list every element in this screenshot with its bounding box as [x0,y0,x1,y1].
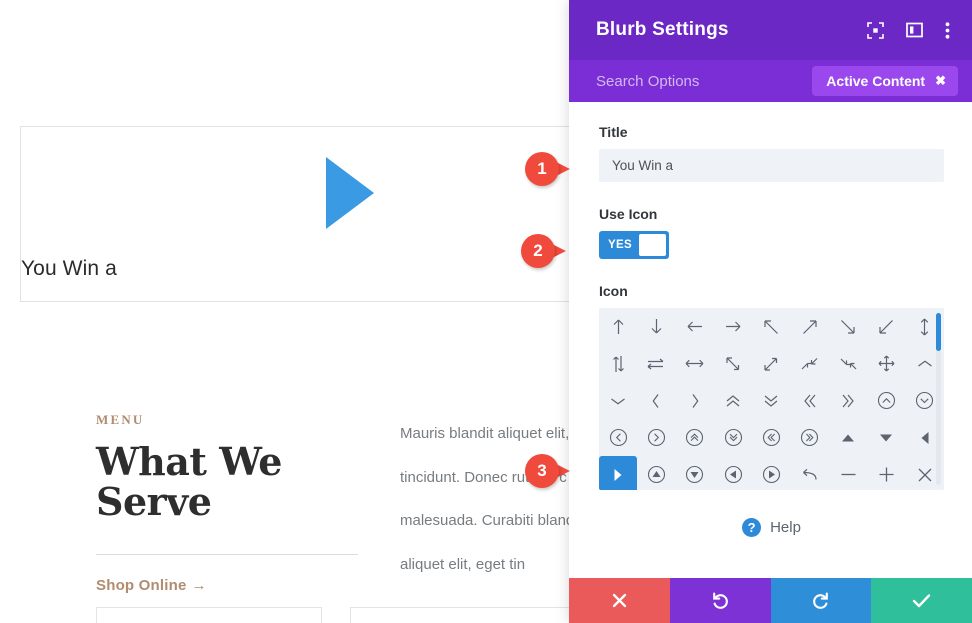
icon-arrow-exchange[interactable] [637,345,675,382]
icon-circle-double-left[interactable] [752,419,790,456]
title-input[interactable] [599,149,944,182]
icon-chevron-left[interactable] [637,382,675,419]
icon-chevron-right[interactable] [676,382,714,419]
icon-circle-chevron-left[interactable] [599,419,637,456]
icon-arrow-left[interactable] [676,308,714,345]
icon-triangle-up-filled[interactable] [829,419,867,456]
redo-button[interactable] [770,578,872,623]
icon-chevron-down-thin[interactable] [599,382,637,419]
icon-arrow-down-right[interactable] [829,308,867,345]
icon-undo-arrow[interactable] [791,456,829,490]
icon-chevron-double-down[interactable] [752,382,790,419]
icon-arrow-expand-up-right[interactable] [752,345,790,382]
icon-circle-triangle-right[interactable] [752,456,790,490]
icon-grid-scrollbar[interactable] [936,313,941,485]
icon-arrow-up-right[interactable] [791,308,829,345]
icon-arrow-up-left[interactable] [752,308,790,345]
icon-chevron-double-up[interactable] [714,382,752,419]
active-content-label: Active Content [826,73,926,89]
icon-circle-triangle-down[interactable] [676,456,714,490]
callout-number: 2 [533,241,543,260]
icon-arrows-move[interactable] [867,345,905,382]
close-button[interactable] [569,578,670,623]
icon-arrow-down-left[interactable] [867,308,905,345]
panel-header-icons [867,21,950,39]
screenshot-root: You Win a MENU What We Serve Shop Online… [0,0,972,623]
shop-online-link[interactable]: Shop Online → [96,577,358,594]
blurb-preview-title: You Win a [21,257,117,280]
callout-badge-3: 3 [525,452,581,490]
icon-circle-double-right[interactable] [791,419,829,456]
icon-arrow-up-down-split[interactable] [599,345,637,382]
icon-arrow-expand-down-right[interactable] [714,345,752,382]
focus-view-icon[interactable] [867,21,884,39]
icon-arrow-left-right[interactable] [676,345,714,382]
arrow-right-icon: → [191,576,207,594]
card-row [96,607,576,623]
card-outline[interactable] [96,607,322,623]
undo-button[interactable] [669,578,771,623]
menu-kicker: MENU [96,412,145,427]
menu-heading: What We Serve [96,439,282,524]
play-triangle-icon [326,157,374,229]
icon-picker [599,308,944,490]
more-options-icon[interactable] [945,21,950,39]
menu-divider [96,553,358,555]
shop-online-label: Shop Online [96,576,187,594]
card-outline[interactable] [350,607,576,623]
icon-plus[interactable] [867,456,905,490]
panel-title: Blurb Settings [596,19,729,40]
icon-circle-triangle-up[interactable] [637,456,675,490]
callout-number: 3 [537,461,547,480]
help-link[interactable]: ? Help [599,518,944,537]
icon-grid-scrollbar-thumb[interactable] [936,313,941,351]
help-label: Help [770,519,801,536]
toggle-knob [638,234,666,256]
icon-circle-double-down[interactable] [714,419,752,456]
icon-minus[interactable] [829,456,867,490]
blurb-settings-panel: Blurb Settings Search Options Active Con… [569,0,972,623]
icon-field-label: Icon [599,283,628,299]
icon-circle-chevron-right[interactable] [637,419,675,456]
icon-circle-chevron-up[interactable] [867,382,905,419]
icon-chevron-double-left[interactable] [791,382,829,419]
active-content-chip[interactable]: Active Content ✖ [812,66,958,96]
icon-grid [599,308,944,490]
use-icon-toggle[interactable]: YES [599,231,669,259]
icon-triangle-down-filled[interactable] [867,419,905,456]
icon-arrow-right[interactable] [714,308,752,345]
title-field-label: Title [599,124,628,140]
close-icon[interactable]: ✖ [935,73,946,89]
icon-arrow-contract-up-left[interactable] [791,345,829,382]
icon-arrow-down[interactable] [637,308,675,345]
panel-body: Title Use Icon YES Icon [569,102,972,578]
search-options-bar: Active Content ✖ [569,60,972,102]
callout-badge-1: 1 [525,150,581,188]
icon-chevron-double-right[interactable] [829,382,867,419]
use-icon-label: Use Icon [599,206,658,222]
icon-circle-double-up[interactable] [676,419,714,456]
redo-icon [813,592,829,609]
x-icon [612,593,627,608]
save-button[interactable] [871,578,972,623]
icon-play-filled-selected[interactable] [599,456,638,490]
panel-footer [569,578,972,623]
panel-layout-icon[interactable] [906,22,923,38]
check-icon [912,594,931,608]
callout-number: 1 [537,159,547,178]
icon-arrow-up[interactable] [599,308,637,345]
menu-section: MENU What We Serve Shop Online → [96,412,358,594]
icon-arrow-contract-down-left[interactable] [829,345,867,382]
help-icon: ? [742,518,762,537]
callout-badge-2: 2 [521,232,577,270]
use-icon-toggle-state: YES [608,239,632,251]
undo-icon [712,592,728,609]
search-input[interactable] [596,72,813,90]
icon-circle-triangle-left[interactable] [714,456,752,490]
panel-header: Blurb Settings [569,0,972,60]
